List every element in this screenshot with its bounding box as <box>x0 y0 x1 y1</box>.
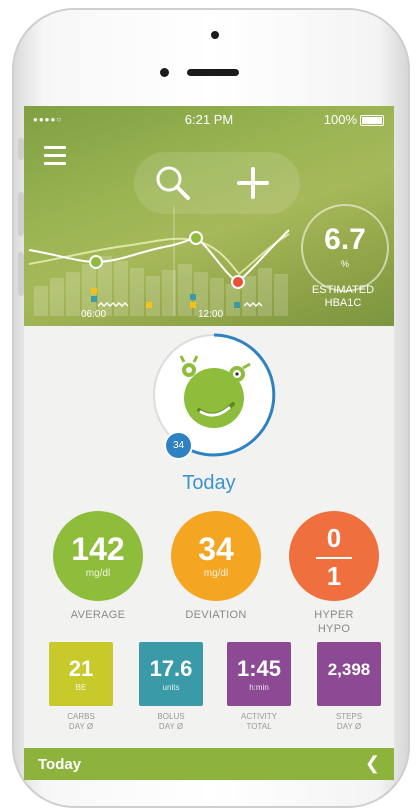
carbs-value: 21 <box>68 656 94 681</box>
activity-label-line1: ACTIVITY <box>240 712 277 721</box>
bolus-unit: units <box>162 683 180 692</box>
activity-value: 1:45 <box>236 656 282 681</box>
header-panel: ●●●●○ 6:21 PM 100% 06:00 12:00 6.7 % EST… <box>24 106 394 326</box>
activity-unit: h:min <box>249 683 269 692</box>
plus-icon <box>237 167 269 199</box>
activity-label-line2: TOTAL <box>246 722 272 731</box>
bolus-label: BOLUS DAY Ø <box>131 712 211 732</box>
bolus-marker <box>146 302 152 308</box>
hamburger-icon[interactable] <box>44 146 66 170</box>
hba1c-unit: % <box>340 259 349 269</box>
meal-marker <box>91 296 97 302</box>
bolus-tile[interactable]: 17.6 units <box>139 642 203 706</box>
hypo-label: HYPO <box>317 623 351 635</box>
reading-point[interactable] <box>189 231 203 245</box>
chevron-left-icon[interactable]: ❮ <box>365 753 380 774</box>
carbs-unit: BE <box>75 683 87 692</box>
average-value: 142 <box>71 531 125 567</box>
activity-tile[interactable]: 1:45 h:min <box>227 642 291 706</box>
search-icon <box>156 166 190 200</box>
proximity-sensor <box>160 68 169 77</box>
chart-tick-0600: 06:00 <box>81 309 107 320</box>
add-entry-button[interactable] <box>222 152 284 214</box>
hyper-hypo-circle[interactable]: 0 1 <box>289 511 379 601</box>
deviation-unit: mg/dl <box>203 568 229 579</box>
earpiece-speaker <box>187 69 239 76</box>
trend-line <box>28 233 290 276</box>
hyper-label: HYPER <box>314 609 354 621</box>
hba1c-value: 6.7 <box>324 223 366 256</box>
front-camera <box>211 31 219 39</box>
average-unit: mg/dl <box>85 568 111 579</box>
meal-marker <box>190 294 196 300</box>
average-circle[interactable]: 142 mg/dl <box>53 511 143 601</box>
hba1c-label-line1: ESTIMATED <box>311 284 375 296</box>
bottom-bar-title: Today <box>38 756 82 773</box>
steps-tile[interactable]: 2,398 <box>317 642 381 706</box>
average-label: AVERAGE <box>70 609 126 621</box>
carbs-label-line2: DAY Ø <box>68 722 94 731</box>
reading-point[interactable] <box>89 255 103 269</box>
status-bar: ●●●●○ 6:21 PM 100% <box>24 110 394 128</box>
steps-label-line1: STEPS <box>335 712 363 721</box>
carbs-label: CARBS DAY Ø <box>41 712 121 732</box>
reading-point-low[interactable] <box>231 275 245 289</box>
bolus-label-line1: BOLUS <box>157 712 185 721</box>
today-bottom-bar[interactable]: Today ❮ <box>24 748 394 780</box>
bolus-value: 17.6 <box>149 656 193 681</box>
hypo-value: 1 <box>326 561 342 591</box>
battery-percent: 100% <box>323 112 357 127</box>
carbs-tile[interactable]: 21 BE <box>49 642 113 706</box>
steps-label: STEPS DAY Ø <box>309 712 389 732</box>
deviation-label: DEVIATION <box>185 609 247 621</box>
activity-label: ACTIVITY TOTAL <box>219 712 299 732</box>
glucose-chart <box>28 206 290 316</box>
carbs-label-line1: CARBS <box>67 712 95 721</box>
meal-marker <box>234 302 240 308</box>
deviation-circle[interactable]: 34 mg/dl <box>171 511 261 601</box>
bolus-label-line2: DAY Ø <box>158 722 184 731</box>
chart-tick-1200: 12:00 <box>198 309 224 320</box>
hyper-hypo-divider <box>316 557 352 559</box>
hba1c-label: ESTIMATED HBA1C <box>286 284 394 310</box>
bolus-marker <box>190 302 196 308</box>
hba1c-circle[interactable]: 6.7 % <box>301 204 389 292</box>
bolus-marker <box>91 288 97 294</box>
battery-icon <box>360 115 384 127</box>
search-button[interactable] <box>142 152 204 214</box>
deviation-value: 34 <box>198 531 234 567</box>
avatar-score-badge: 34 <box>164 431 193 460</box>
steps-value: 2,398 <box>327 660 371 679</box>
hba1c-label-line2: HBA1C <box>324 297 362 309</box>
hyper-hypo-label: HYPER HYPO <box>279 608 389 636</box>
app-screen: ●●●●○ 6:21 PM 100% 06:00 12:00 6.7 % EST… <box>24 106 394 780</box>
steps-label-line2: DAY Ø <box>336 722 362 731</box>
hyper-value: 0 <box>326 523 342 553</box>
battery-indicator: 100% <box>324 112 384 127</box>
today-title: Today <box>182 472 236 494</box>
